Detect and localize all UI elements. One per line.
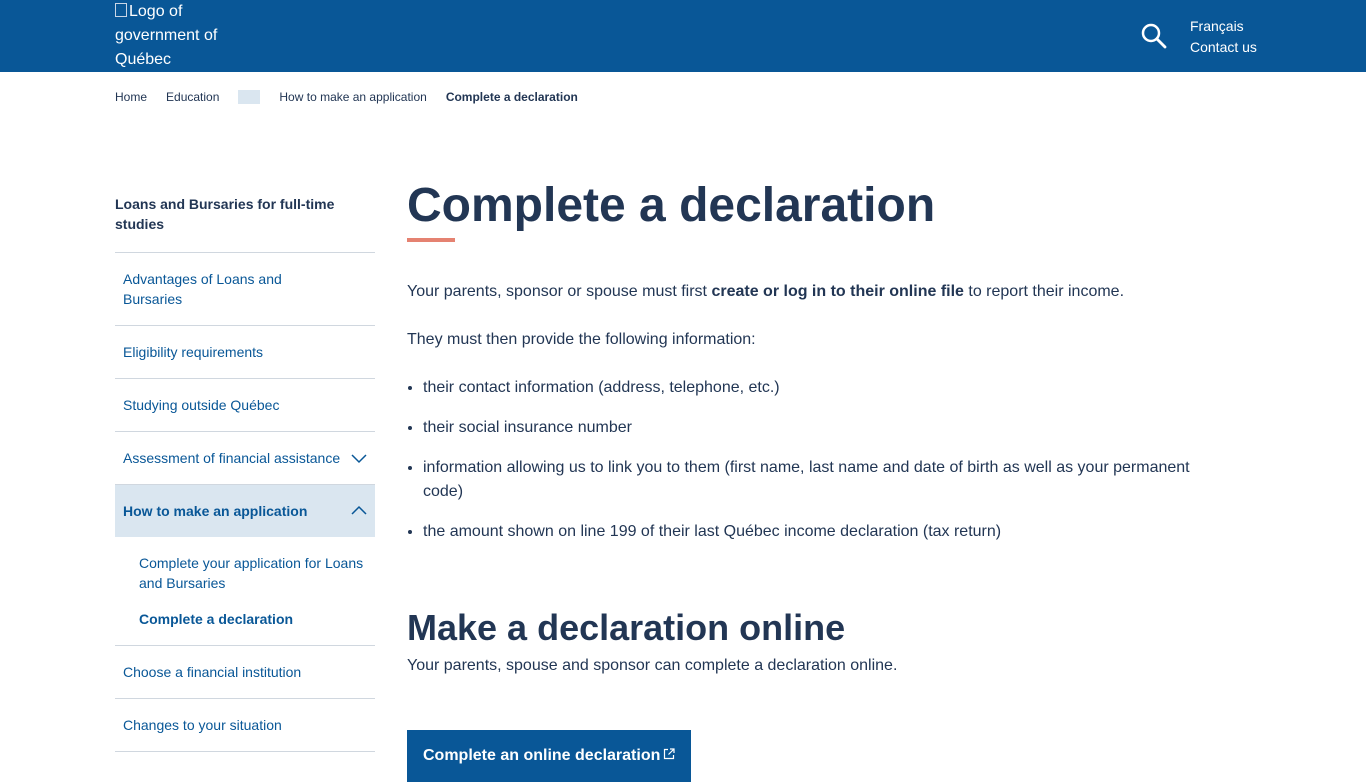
sidebar-item-studying-outside[interactable]: Studying outside Québec [115, 379, 375, 432]
language-link[interactable]: Français [1190, 16, 1257, 37]
chevron-down-icon[interactable] [351, 450, 367, 466]
list-item: information allowing us to link you to t… [423, 456, 1207, 504]
logo-alt-text: Logo of government of Québec [115, 3, 218, 68]
list-item: their contact information (address, tele… [423, 376, 1207, 400]
sidebar-item-label: Choose a financial institution [123, 664, 302, 680]
online-declaration-button[interactable]: Complete an online declaration [407, 730, 692, 782]
contact-us-link[interactable]: Contact us [1190, 37, 1257, 58]
search-icon [1141, 23, 1167, 49]
broken-image-icon [115, 3, 127, 17]
breadcrumb-how-to-apply[interactable]: How to make an application [279, 90, 426, 104]
online-file-link[interactable]: create or log in to their online file [711, 283, 963, 300]
sidebar-title: Loans and Bursaries for full-time studie… [115, 196, 335, 232]
subnav-complete-application[interactable]: Complete your application for Loans and … [139, 545, 369, 601]
sidebar-item-advantages[interactable]: Advantages of Loans and Bursaries [115, 253, 375, 326]
requirements-list: their contact information (address, tele… [407, 376, 1207, 544]
breadcrumb-current: Complete a declaration [445, 90, 578, 104]
subnav-complete-declaration[interactable]: Complete a declaration [139, 601, 369, 637]
intro-text-after: to report their income. [963, 283, 1125, 300]
main-content: Complete a declaration Your parents, spo… [407, 178, 1207, 782]
cta-label: Complete an online declaration [423, 747, 661, 764]
sidebar-subnav: Complete your application for Loans and … [115, 537, 375, 646]
sidebar-item-label: How to make an application [123, 503, 308, 519]
header-links: Français Contact us [1190, 16, 1257, 58]
sidebar-item-label: Changes to your situation [123, 717, 282, 733]
chevron-up-icon[interactable] [351, 503, 367, 519]
sidebar-nav: Loans and Bursaries for full-time studie… [115, 190, 375, 752]
list-item: their social insurance number [423, 416, 1207, 440]
breadcrumb-education[interactable]: Education [166, 90, 219, 104]
section-paragraph: Your parents, spouse and sponsor can com… [407, 657, 898, 674]
sidebar-item-financial-institution[interactable]: Choose a financial institution [115, 646, 375, 699]
sidebar-item-label: Advantages of Loans and Bursaries [123, 271, 282, 307]
sidebar-item-how-to-apply[interactable]: How to make an application [115, 485, 375, 537]
breadcrumb-ellipsis-button[interactable] [238, 90, 261, 104]
sidebar-header: Loans and Bursaries for full-time studie… [115, 190, 375, 253]
external-link-icon [664, 748, 675, 760]
sidebar-item-changes[interactable]: Changes to your situation [115, 699, 375, 752]
list-item: the amount shown on line 199 of their la… [423, 520, 1207, 544]
sidebar-item-label: Assessment of financial assistance [123, 450, 341, 466]
sidebar-item-label: Eligibility requirements [123, 344, 264, 360]
intro-paragraph: Your parents, sponsor or spouse must fir… [407, 280, 1207, 304]
search-button[interactable] [1140, 22, 1168, 50]
sidebar-item-eligibility[interactable]: Eligibility requirements [115, 326, 375, 379]
lead-paragraph: They must then provide the following inf… [407, 331, 756, 348]
top-header: Logo of government of Québec Français Co… [0, 0, 1366, 72]
sidebar-item-label: Studying outside Québec [123, 397, 280, 413]
section-title: Make a declaration online [407, 607, 846, 648]
page-title: Complete a declaration [407, 179, 936, 232]
title-underline [407, 238, 455, 242]
government-logo[interactable]: Logo of government of Québec [115, 0, 235, 72]
breadcrumb-home[interactable]: Home [115, 90, 147, 104]
breadcrumb: Home Education How to make an applicatio… [115, 89, 578, 105]
sidebar-item-assessment[interactable]: Assessment of financial assistance [115, 432, 375, 485]
intro-text-before: Your parents, sponsor or spouse must fir… [407, 283, 712, 300]
